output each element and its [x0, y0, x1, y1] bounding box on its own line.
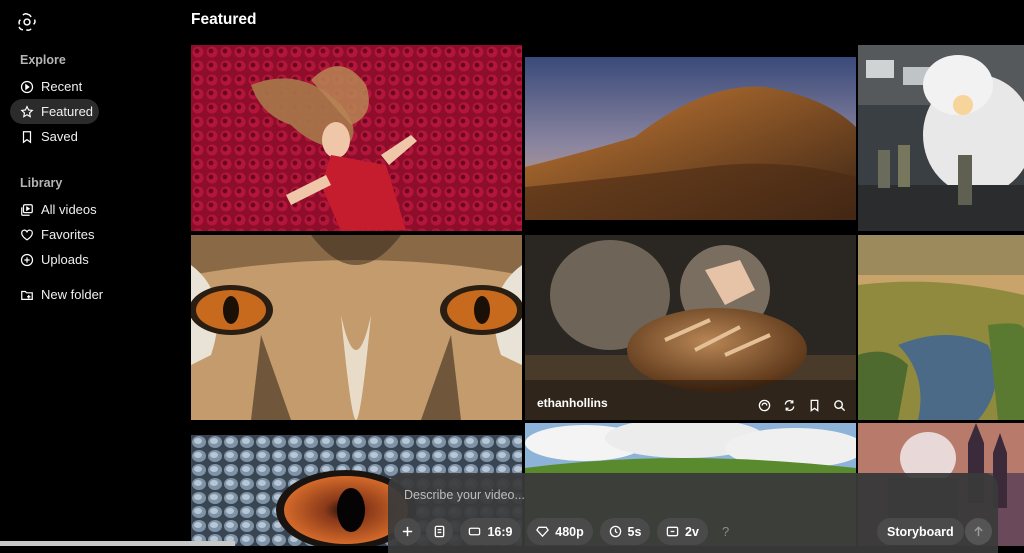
video-tile-steam-train[interactable] — [858, 45, 1024, 231]
resolution-value: 480p — [555, 524, 584, 539]
tiger-eyes-thumbnail — [191, 235, 522, 420]
variations-icon — [666, 525, 679, 538]
openai-logo-icon[interactable] — [16, 11, 38, 33]
variations-button[interactable]: 2v — [657, 518, 708, 545]
prompt-input[interactable] — [402, 487, 966, 503]
duration-button[interactable]: 5s — [600, 518, 650, 545]
video-tile-bread-hands[interactable]: ethanhollins — [525, 235, 856, 420]
bread-hands-thumbnail — [525, 235, 856, 420]
new-folder-label: New folder — [41, 287, 104, 302]
creator-username[interactable]: ethanhollins — [537, 396, 608, 410]
sidebar-item-label: Featured — [41, 104, 94, 119]
desert-hill-thumbnail — [525, 57, 856, 220]
video-tile-desert-hill[interactable] — [525, 57, 856, 220]
page-title: Featured — [191, 11, 257, 28]
sidebar-item-label: Uploads — [41, 252, 89, 267]
sidebar-item-featured[interactable]: Featured — [10, 99, 99, 124]
upload-icon — [20, 253, 34, 267]
horizontal-scrollbar[interactable] — [0, 541, 235, 546]
steam-train-thumbnail — [858, 45, 1024, 231]
variations-value: 2v — [685, 524, 699, 539]
bookmark-icon — [20, 130, 34, 144]
remix-icon[interactable] — [758, 399, 771, 412]
sidebar-item-uploads[interactable]: Uploads — [10, 247, 99, 272]
video-tile-tiger-eyes[interactable] — [191, 235, 522, 420]
video-tile-woman-roses[interactable] — [191, 45, 522, 231]
search-icon[interactable] — [833, 399, 846, 412]
woman-roses-thumbnail — [191, 45, 522, 231]
videos-icon — [20, 203, 34, 217]
aspect-ratio-value: 16:9 — [487, 524, 513, 539]
arrow-up-icon — [972, 525, 985, 538]
marsh-stream-thumbnail — [858, 235, 1024, 420]
help-icon[interactable]: ? — [722, 524, 729, 539]
diamond-icon — [536, 525, 550, 538]
add-button[interactable] — [394, 518, 421, 545]
clock-icon — [609, 525, 622, 538]
plus-icon — [401, 525, 414, 538]
video-tile-marsh-stream[interactable] — [858, 235, 1024, 420]
library-section-title: Library — [20, 176, 63, 190]
sidebar-item-label: All videos — [41, 202, 97, 217]
sidebar-item-label: Recent — [41, 79, 83, 94]
prompt-composer: 16:9 480p 5s 2v ? Storyboard — [388, 473, 998, 553]
explore-section-title: Explore — [20, 53, 66, 67]
new-folder-button[interactable]: New folder — [10, 282, 130, 307]
presets-button[interactable] — [426, 518, 453, 545]
sidebar-item-label: Saved — [41, 129, 78, 144]
resolution-button[interactable]: 480p — [527, 518, 593, 545]
bookmark-icon[interactable] — [808, 399, 821, 412]
storyboard-button[interactable]: Storyboard — [877, 518, 964, 545]
star-icon — [20, 104, 34, 119]
heart-icon — [20, 228, 34, 242]
duration-value: 5s — [627, 524, 642, 539]
sidebar-item-saved[interactable]: Saved — [10, 124, 99, 149]
submit-button[interactable] — [965, 518, 992, 545]
preset-icon — [433, 525, 446, 538]
sidebar-item-all-videos[interactable]: All videos — [10, 197, 99, 222]
aspect-ratio-button[interactable]: 16:9 — [460, 518, 521, 545]
sidebar-item-favorites[interactable]: Favorites — [10, 222, 99, 247]
tile-actions — [758, 399, 846, 412]
folder-plus-icon — [20, 288, 34, 302]
aspect-ratio-icon — [468, 525, 481, 538]
play-circle-icon — [20, 80, 34, 94]
sidebar: Explore Recent Featured Saved Library Al… — [0, 0, 180, 546]
sidebar-item-recent[interactable]: Recent — [10, 74, 99, 99]
loop-icon[interactable] — [783, 399, 796, 412]
sidebar-item-label: Favorites — [41, 227, 95, 242]
